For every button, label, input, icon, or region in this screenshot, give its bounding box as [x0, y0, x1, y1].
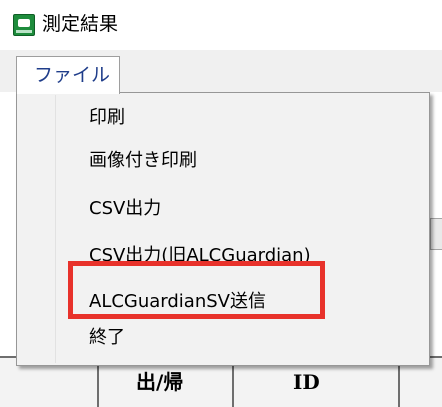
- menu-item-exit[interactable]: 終了: [19, 317, 427, 359]
- column-header-direction[interactable]: 出/帰: [136, 370, 183, 394]
- partial-button[interactable]: [430, 218, 442, 250]
- window-title: 測定結果: [42, 13, 119, 35]
- app-logo-icon: [13, 14, 35, 36]
- menu-item-print-with-images[interactable]: 画像付き印刷: [19, 140, 427, 182]
- column-header-id[interactable]: ID: [293, 370, 320, 394]
- title-bar: 測定結果: [0, 0, 442, 50]
- menu-item-csv-export[interactable]: CSV出力: [19, 188, 427, 230]
- menu-item-print[interactable]: 印刷: [19, 97, 427, 139]
- file-dropdown-menu: 印刷 画像付き印刷 CSV出力 CSV出力(旧ALCGuardian) ALCG…: [16, 92, 430, 366]
- menu-file[interactable]: ファイル: [16, 56, 120, 94]
- menu-item-csv-export-legacy[interactable]: CSV出力(旧ALCGuardian): [19, 235, 427, 277]
